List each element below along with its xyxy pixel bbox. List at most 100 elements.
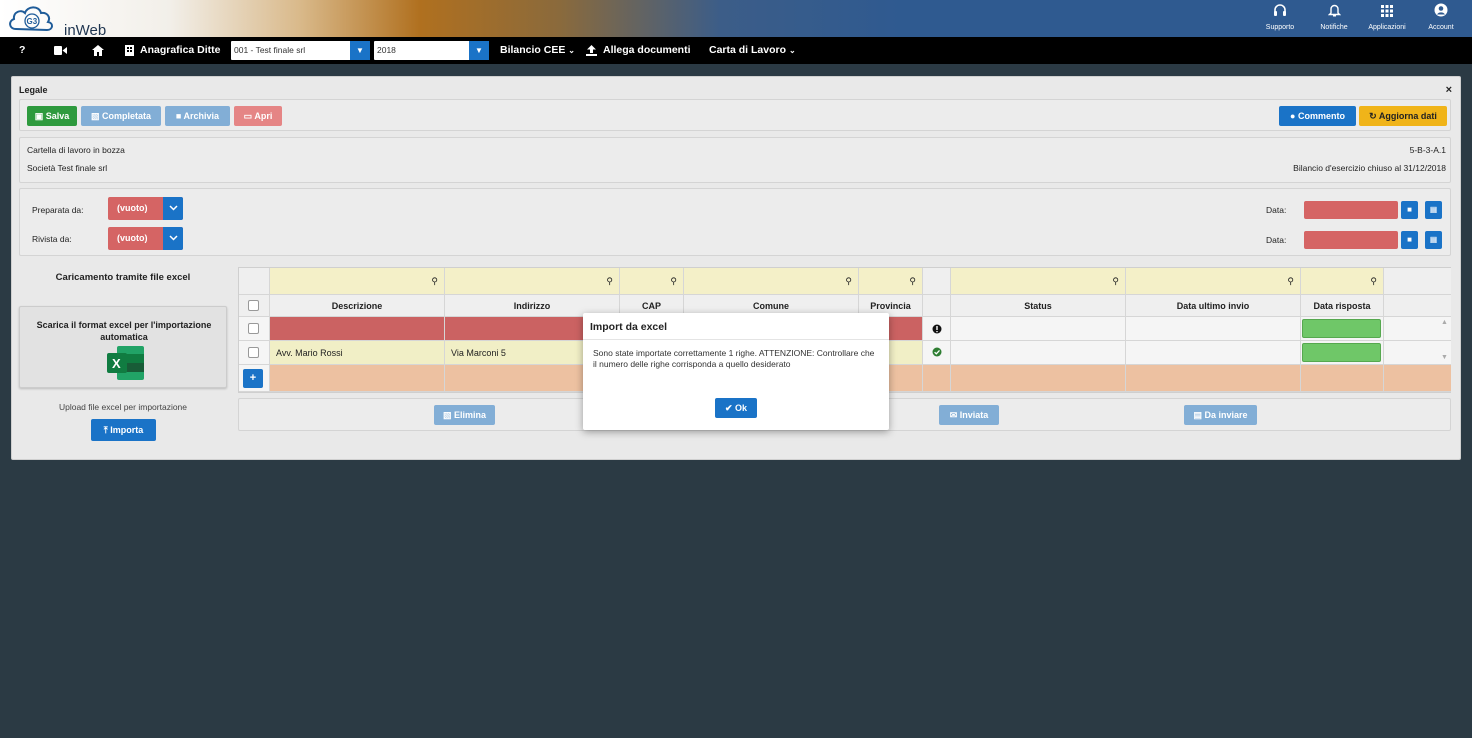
elimina-label: Elimina	[454, 410, 487, 420]
col-status[interactable]: Status	[951, 295, 1126, 317]
chevron-down-icon	[163, 197, 183, 220]
row1-data-risposta-cell	[1301, 317, 1384, 341]
archivia-button[interactable]: ■ Archivia	[165, 106, 230, 126]
new-descrizione[interactable]	[270, 365, 445, 392]
company-select-value: 001 - Test finale srl	[234, 45, 306, 55]
app-logo[interactable]: G3 inWeb	[6, 3, 126, 39]
account-button[interactable]: Account	[1411, 2, 1471, 31]
rivista-value: (vuoto)	[117, 233, 148, 243]
upload-icon: ⤒	[103, 425, 108, 435]
select-all-checkbox[interactable]	[248, 300, 259, 311]
building-icon	[125, 44, 134, 56]
company-select[interactable]: 001 - Test finale srl ▼	[231, 41, 370, 60]
row-checkbox[interactable]	[248, 323, 259, 334]
preparata-dropdown[interactable]: (vuoto)	[108, 197, 183, 220]
filter-indirizzo[interactable]: ⚲	[445, 268, 620, 295]
filter-data-risposta[interactable]: ⚲	[1301, 268, 1384, 295]
add-row-button[interactable]: +	[243, 369, 263, 388]
ok-button[interactable]: ✔ Ok	[715, 398, 757, 418]
filter-comune[interactable]: ⚲	[684, 268, 859, 295]
row-checkbox[interactable]	[248, 347, 259, 358]
filter-provincia[interactable]: ⚲	[859, 268, 923, 295]
filter-descrizione[interactable]: ⚲	[270, 268, 445, 295]
search-icon: ⚲	[606, 276, 613, 286]
search-icon: ⚲	[431, 276, 438, 286]
elimina-button[interactable]: ▧ Elimina	[434, 405, 495, 425]
aggiorna-dati-button[interactable]: ↻ Aggiorna dati	[1359, 106, 1447, 126]
main-navbar: ? Anagrafica Ditte 001 - Test finale srl…	[0, 37, 1472, 64]
anagrafica-ditte-link[interactable]: Anagrafica Ditte	[125, 37, 221, 64]
scroll-down-icon[interactable]: ▼	[1441, 354, 1448, 361]
carta-di-lavoro-menu[interactable]: Carta di Lavoro ⌄	[709, 37, 796, 64]
grid-icon	[1357, 2, 1417, 24]
bell-icon	[1304, 2, 1364, 24]
bilancio-cee-label: Bilancio CEE	[500, 44, 566, 56]
col-data-risposta[interactable]: Data risposta	[1301, 295, 1384, 317]
applications-label: Applicazioni	[1368, 24, 1406, 31]
cloud-logo-icon: G3	[9, 6, 53, 32]
info-box: Cartella di lavoro in bozza 5-B-3-A.1 So…	[19, 137, 1451, 183]
download-excel-template-card[interactable]: Scarica il format excel per l'importazio…	[19, 306, 227, 388]
da-inviare-button[interactable]: ▤ Da inviare	[1184, 405, 1257, 425]
home-icon[interactable]	[92, 37, 104, 64]
calendar-icon[interactable]: ■	[1401, 231, 1418, 249]
notifications-label: Notifiche	[1320, 24, 1348, 31]
clipboard-icon: ▧	[90, 111, 100, 121]
calendar-today-icon[interactable]: ▦	[1425, 231, 1442, 249]
row2-data-risposta-input[interactable]	[1302, 343, 1381, 362]
add-row-cell: +	[239, 365, 270, 392]
new-status-icon	[923, 365, 951, 392]
year-select[interactable]: 2018 ▼	[374, 41, 489, 60]
row-select-cell	[239, 317, 270, 341]
applications-button[interactable]: Applicazioni	[1357, 2, 1417, 31]
top-brand-bar: G3 inWeb Supporto Notifiche Applicazioni…	[0, 0, 1472, 39]
data-rivista-input[interactable]	[1304, 231, 1398, 249]
col-descrizione[interactable]: Descrizione	[270, 295, 445, 317]
row1-data-risposta-input[interactable]	[1302, 319, 1381, 338]
apri-button[interactable]: ▭ Apri	[234, 106, 282, 126]
excel-section-title: Caricamento tramite file excel	[55, 272, 191, 283]
commento-button[interactable]: ● Commento	[1279, 106, 1356, 126]
floppy-icon: ▣	[34, 111, 44, 121]
search-icon: ⚲	[1112, 276, 1119, 286]
video-icon[interactable]	[54, 37, 67, 64]
da-inviare-label: Da inviare	[1204, 410, 1248, 420]
logo-text-g3: G3	[27, 17, 38, 26]
filter-status[interactable]: ⚲	[951, 268, 1126, 295]
grid-corner	[239, 268, 270, 295]
filter-data-ultimo-invio[interactable]: ⚲	[1126, 268, 1301, 295]
year-select-value: 2018	[377, 45, 396, 55]
new-data-risposta	[1301, 365, 1384, 392]
row1-descrizione[interactable]	[270, 317, 445, 341]
save-label: Salva	[45, 111, 70, 121]
close-icon[interactable]: ×	[1446, 84, 1452, 96]
bilancio-cee-menu[interactable]: Bilancio CEE ⌄	[500, 37, 575, 64]
data-rivista-label: Data:	[1266, 235, 1287, 245]
chevron-down-icon: ⌄	[788, 46, 796, 55]
allega-documenti-link[interactable]: Allega documenti	[586, 37, 691, 64]
support-button[interactable]: Supporto	[1250, 2, 1310, 31]
allega-documenti-label: Allega documenti	[603, 44, 691, 56]
scroll-up-icon[interactable]: ▲	[1441, 319, 1448, 326]
calendar-icon[interactable]: ■	[1401, 201, 1418, 219]
calendar-today-icon[interactable]: ▦	[1425, 201, 1442, 219]
support-label: Supporto	[1265, 24, 1295, 31]
completata-button[interactable]: ▧ Completata	[81, 106, 161, 126]
comment-icon: ●	[1290, 111, 1296, 121]
filter-cap[interactable]: ⚲	[620, 268, 684, 295]
row1-status	[951, 317, 1126, 341]
headset-icon	[1250, 2, 1310, 24]
exclamation-circle-icon	[932, 324, 942, 334]
bilancio-date: Bilancio d'esercizio chiuso al 31/12/201…	[1293, 163, 1446, 173]
notifications-button[interactable]: Notifiche	[1304, 2, 1364, 31]
row1-data-ultimo-invio	[1126, 317, 1301, 341]
row2-descrizione[interactable]: Avv. Mario Rossi	[270, 341, 445, 365]
save-button[interactable]: ▣ Salva	[27, 106, 77, 126]
import-button[interactable]: ⤒ Importa	[91, 419, 156, 441]
rivista-dropdown[interactable]: (vuoto)	[108, 227, 183, 250]
data-preparata-input[interactable]	[1304, 201, 1398, 219]
check-circle-icon	[932, 347, 942, 357]
inviata-button[interactable]: ✉ Inviata	[939, 405, 999, 425]
help-button[interactable]: ?	[19, 37, 25, 64]
col-data-ultimo-invio[interactable]: Data ultimo invio	[1126, 295, 1301, 317]
